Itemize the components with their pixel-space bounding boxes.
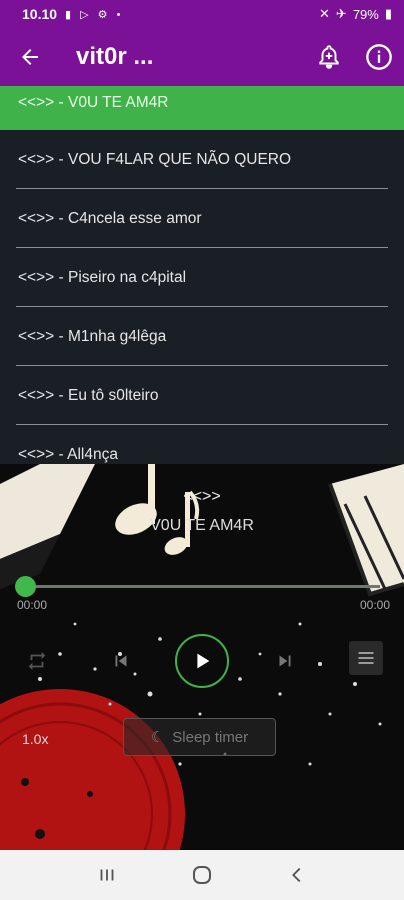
list-item[interactable]: <<>> - V0U TE AM4R: [0, 86, 404, 130]
song-list[interactable]: <<>> - V0U TE AM4R <<>> - VOU F4LAR QUE …: [0, 86, 404, 464]
seek-handle[interactable]: [15, 576, 36, 597]
now-playing-title: V0U TE AM4R: [150, 517, 254, 534]
song-label: <<>> - Eu tô s0lteiro: [18, 386, 159, 404]
back-button[interactable]: [0, 28, 60, 86]
list-item[interactable]: <<>> - All4nça: [0, 425, 404, 464]
page-title: vit0r ...: [76, 43, 154, 70]
list-item[interactable]: <<>> - Eu tô s0lteiro: [0, 366, 404, 425]
back-nav-icon[interactable]: [286, 864, 308, 886]
list-item[interactable]: <<>> - M1nha g4lêga: [0, 307, 404, 366]
status-time: 10.10: [22, 6, 58, 22]
list-item[interactable]: <<>> - VOU F4LAR QUE NÃO QUERO: [0, 130, 404, 189]
play-button[interactable]: [175, 634, 229, 688]
now-playing-artist: <<>>: [183, 488, 221, 505]
song-label: <<>> - All4nça: [18, 445, 118, 463]
list-icon: [358, 652, 374, 664]
skip-previous-icon: [115, 655, 127, 667]
battery-icon: ▮: [384, 6, 392, 21]
bell-plus-icon: [319, 45, 339, 69]
list-item[interactable]: <<>> - Piseiro na c4pital: [0, 248, 404, 307]
skip-next-icon: [279, 655, 291, 667]
recents-icon[interactable]: [96, 864, 118, 886]
current-time: 00:00: [17, 598, 48, 612]
battery-level: 79%: [352, 6, 379, 22]
home-icon[interactable]: [190, 863, 214, 887]
song-label: <<>> - Piseiro na c4pital: [18, 268, 187, 286]
repeat-icon: [28, 651, 46, 671]
song-label: <<>> - C4ncela esse amor: [18, 209, 202, 227]
app-bar: vit0r ...: [0, 28, 404, 86]
playlist-button[interactable]: [349, 641, 383, 675]
player-panel: <<>> V0U TE AM4R 00:00 00:00 1.0x ☾ Slee…: [0, 464, 404, 850]
seek-bar[interactable]: [25, 585, 380, 588]
play-icon: [197, 653, 210, 669]
song-label: <<>> - M1nha g4lêga: [18, 327, 167, 345]
total-time: 00:00: [359, 598, 390, 612]
notification-icons: ▮ ▷ ⚙ •: [65, 8, 124, 21]
info-button[interactable]: [354, 28, 404, 86]
repeat-button[interactable]: [22, 646, 52, 676]
alarm-add-button[interactable]: [304, 28, 354, 86]
airplane-icon: ✈: [335, 6, 347, 21]
sleep-timer-button[interactable]: ☾ Sleep timer: [123, 718, 276, 756]
arrow-left-icon: [22, 49, 38, 65]
song-label: <<>> - V0U TE AM4R: [18, 94, 169, 111]
next-button[interactable]: [270, 646, 300, 676]
list-item[interactable]: <<>> - C4ncela esse amor: [0, 189, 404, 248]
moon-icon: ☾: [150, 729, 165, 746]
status-bar: 10.10 ▮ ▷ ⚙ • ✕ ✈ 79% ▮: [0, 0, 404, 28]
playback-speed-button[interactable]: 1.0x: [22, 731, 48, 747]
mute-icon: ✕: [319, 6, 330, 21]
system-nav-bar: [0, 850, 404, 900]
sleep-timer-label: Sleep timer: [172, 728, 249, 746]
info-icon: [366, 44, 392, 70]
song-label: <<>> - VOU F4LAR QUE NÃO QUERO: [18, 150, 292, 168]
previous-button[interactable]: [106, 646, 136, 676]
